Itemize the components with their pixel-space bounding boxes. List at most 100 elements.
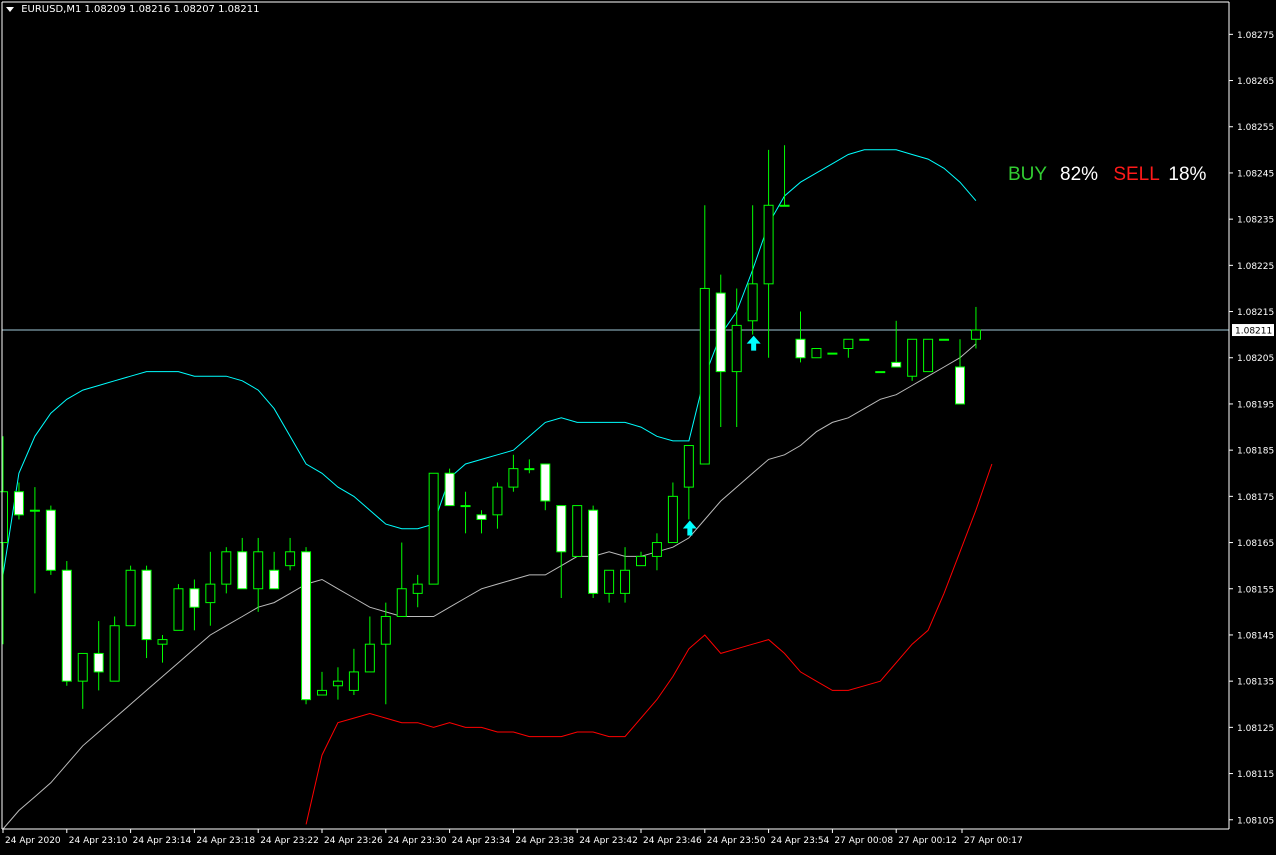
candle-body (604, 569, 615, 594)
candle-body (396, 588, 407, 617)
x-tick-label: 24 Apr 2020 (5, 836, 61, 846)
y-tick-label: 1.08235 (1237, 216, 1274, 226)
candle-body (699, 287, 710, 465)
y-tick-label: 1.08185 (1237, 447, 1274, 457)
sell-label: SELL (1113, 164, 1160, 185)
dropdown-triangle-icon[interactable] (6, 6, 14, 12)
y-tick-label: 1.08105 (1237, 816, 1274, 826)
candle (109, 616, 120, 682)
candle-body (524, 468, 535, 471)
x-tick-label: 24 Apr 23:30 (388, 836, 447, 846)
y-tick-label: 1.08215 (1237, 308, 1274, 318)
candle-body (588, 509, 599, 594)
candle-body (540, 463, 551, 502)
candle-body (460, 505, 471, 508)
candle-body (556, 505, 567, 553)
candle-body (61, 569, 72, 682)
candle (444, 468, 455, 507)
x-tick-label: 24 Apr 23:38 (515, 836, 574, 846)
candle (811, 348, 822, 359)
candle-body (859, 338, 870, 341)
candle-body (843, 338, 854, 350)
price-chart[interactable]: 1.08275 1.08265 1.08255 1.08245 1.08235 1.082… (0, 0, 1276, 851)
candle-body (173, 588, 184, 631)
chart-area[interactable]: 1.08275 1.08265 1.08255 1.08245 1.08235 1.082… (0, 0, 1276, 851)
y-tick-label: 1.08205 (1237, 354, 1274, 364)
y-tick-label: 1.08145 (1237, 631, 1274, 641)
candle-body (875, 371, 886, 374)
candle (428, 472, 439, 585)
x-tick-label: 24 Apr 23:26 (324, 836, 383, 846)
x-tick-label: 24 Apr 23:34 (452, 836, 511, 846)
y-tick-label: 1.08225 (1237, 262, 1274, 272)
candle (61, 561, 72, 686)
candle-body (763, 204, 774, 285)
symbol-header[interactable]: EURUSD,M1 1.08209 1.08216 1.08207 1.0821… (6, 4, 259, 15)
chart-background (0, 0, 1276, 851)
x-tick-label: 24 Apr 23:14 (133, 836, 192, 846)
candle-body (795, 338, 806, 359)
candle (301, 547, 312, 705)
x-tick-label: 24 Apr 23:54 (771, 836, 830, 846)
candle-body (301, 551, 312, 701)
candle (859, 338, 870, 341)
candle-body (77, 652, 88, 682)
candle-body (508, 468, 519, 488)
candle-body (269, 569, 280, 590)
y-tick-label: 1.08115 (1237, 770, 1274, 780)
candle-body (29, 509, 40, 512)
x-tick-label: 24 Apr 23:18 (196, 836, 255, 846)
candle (173, 584, 184, 631)
y-tick-label: 1.08255 (1237, 123, 1274, 133)
candle-body (444, 472, 455, 507)
y-tick-label: 1.08155 (1237, 585, 1274, 595)
x-tick-label: 27 Apr 00:08 (834, 836, 893, 846)
sell-percentage: 18% (1168, 164, 1207, 185)
candle-body (317, 689, 327, 696)
candle-body (827, 352, 838, 355)
candle-body (205, 583, 216, 604)
candle-body (221, 551, 232, 585)
candle-body (939, 338, 950, 341)
candle-body (141, 569, 152, 641)
signal-overlay: BUY 82% SELL 18% (1008, 164, 1206, 186)
candle-body (93, 652, 104, 673)
candle-body (667, 495, 678, 544)
candle-body (747, 283, 758, 322)
candle-body (253, 551, 264, 590)
x-tick-label: 24 Apr 23:22 (260, 836, 319, 846)
candle-body (428, 472, 439, 585)
y-tick-label: 1.08135 (1237, 678, 1274, 688)
candle-body (811, 348, 822, 359)
candle-body (923, 338, 934, 373)
candle-body (348, 671, 359, 691)
candle-body (891, 361, 902, 368)
candle-body (572, 505, 583, 557)
y-tick-label: 1.08175 (1237, 493, 1274, 503)
x-tick-label: 27 Apr 00:17 (964, 836, 1023, 846)
y-tick-label: 1.08195 (1237, 400, 1274, 410)
y-tick-label: 1.08275 (1237, 31, 1274, 41)
candle-body (157, 639, 168, 645)
candle (875, 371, 886, 374)
candle-body (285, 551, 296, 567)
buy-percentage: 82% (1060, 164, 1099, 185)
candle-body (364, 643, 375, 673)
buy-label: BUY (1008, 164, 1047, 185)
candle-body (109, 625, 120, 682)
candle-body (13, 491, 24, 516)
x-tick-label: 24 Apr 23:10 (69, 836, 128, 846)
candle-body (237, 551, 248, 590)
candle (827, 352, 838, 355)
candle-body (0, 491, 8, 544)
x-tick-label: 27 Apr 00:12 (898, 836, 957, 846)
candle-body (907, 338, 918, 377)
y-tick-label: 1.08265 (1237, 77, 1274, 87)
candle-body (45, 509, 56, 571)
candle-body (412, 583, 423, 594)
candle-body (492, 486, 503, 516)
candle-body (380, 615, 391, 645)
y-tick-label: 1.08125 (1237, 724, 1274, 734)
candle (907, 338, 918, 381)
candle (939, 338, 950, 341)
